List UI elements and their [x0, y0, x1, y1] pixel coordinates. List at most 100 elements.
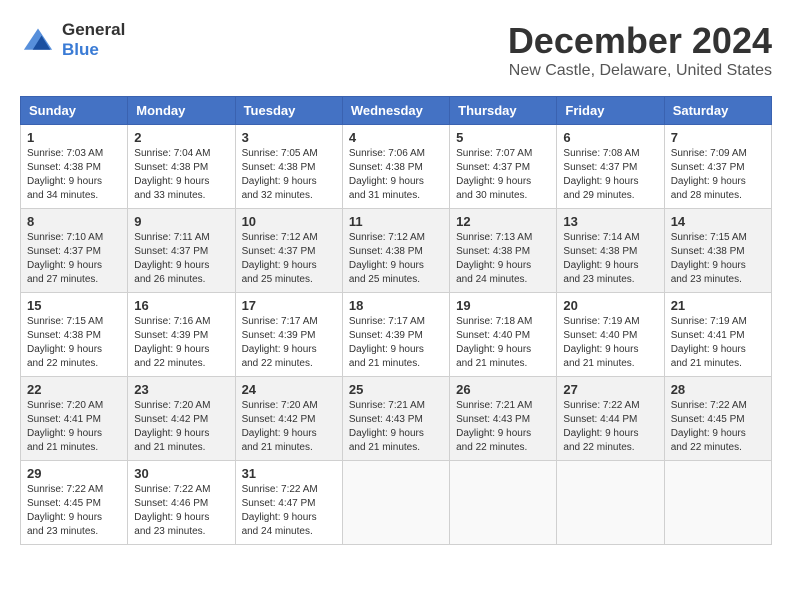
calendar-week-4: 22 Sunrise: 7:20 AMSunset: 4:41 PMDayligh…	[21, 377, 772, 461]
calendar-cell: 27 Sunrise: 7:22 AMSunset: 4:44 PMDayligh…	[557, 377, 664, 461]
day-number: 25	[349, 382, 443, 397]
calendar-cell: 1 Sunrise: 7:03 AMSunset: 4:38 PMDaylight…	[21, 125, 128, 209]
calendar-cell: 11 Sunrise: 7:12 AMSunset: 4:38 PMDayligh…	[342, 209, 449, 293]
cell-info: Sunrise: 7:19 AMSunset: 4:41 PMDaylight:…	[671, 316, 747, 369]
logo-blue: Blue	[62, 40, 99, 59]
calendar-table: SundayMondayTuesdayWednesdayThursdayFrid…	[20, 96, 772, 545]
calendar-cell	[450, 461, 557, 545]
day-number: 1	[27, 130, 121, 145]
cell-info: Sunrise: 7:11 AMSunset: 4:37 PMDaylight:…	[134, 232, 209, 285]
day-number: 5	[456, 130, 550, 145]
calendar-cell: 8 Sunrise: 7:10 AMSunset: 4:37 PMDaylight…	[21, 209, 128, 293]
day-number: 7	[671, 130, 765, 145]
cell-info: Sunrise: 7:16 AMSunset: 4:39 PMDaylight:…	[134, 316, 210, 369]
logo-text: General Blue	[62, 20, 125, 60]
day-number: 24	[242, 382, 336, 397]
calendar-cell: 21 Sunrise: 7:19 AMSunset: 4:41 PMDayligh…	[664, 293, 771, 377]
cell-info: Sunrise: 7:06 AMSunset: 4:38 PMDaylight:…	[349, 148, 425, 201]
logo-general: General	[62, 20, 125, 39]
day-number: 21	[671, 298, 765, 313]
calendar-cell: 28 Sunrise: 7:22 AMSunset: 4:45 PMDayligh…	[664, 377, 771, 461]
calendar-cell: 6 Sunrise: 7:08 AMSunset: 4:37 PMDaylight…	[557, 125, 664, 209]
col-header-tuesday: Tuesday	[235, 97, 342, 125]
subtitle: New Castle, Delaware, United States	[508, 62, 772, 80]
cell-info: Sunrise: 7:05 AMSunset: 4:38 PMDaylight:…	[242, 148, 318, 201]
calendar-cell: 7 Sunrise: 7:09 AMSunset: 4:37 PMDaylight…	[664, 125, 771, 209]
cell-info: Sunrise: 7:10 AMSunset: 4:37 PMDaylight:…	[27, 232, 103, 285]
day-number: 13	[563, 214, 657, 229]
cell-info: Sunrise: 7:17 AMSunset: 4:39 PMDaylight:…	[349, 316, 425, 369]
day-number: 28	[671, 382, 765, 397]
title-section: December 2024 New Castle, Delaware, Unit…	[508, 20, 772, 80]
calendar-week-3: 15Sunrise: 7:15 AMSunset: 4:38 PMDayligh…	[21, 293, 772, 377]
cell-info: Sunrise: 7:15 AMSunset: 4:38 PMDaylight:…	[671, 232, 747, 285]
cell-info: Sunrise: 7:17 AMSunset: 4:39 PMDaylight:…	[242, 316, 318, 369]
cell-info: Sunrise: 7:03 AMSunset: 4:38 PMDaylight:…	[27, 148, 103, 201]
day-number: 4	[349, 130, 443, 145]
col-header-thursday: Thursday	[450, 97, 557, 125]
cell-info: Sunrise: 7:19 AMSunset: 4:40 PMDaylight:…	[563, 316, 639, 369]
logo-icon	[20, 25, 56, 55]
calendar-week-1: 1 Sunrise: 7:03 AMSunset: 4:38 PMDaylight…	[21, 125, 772, 209]
calendar-cell: 3Sunrise: 7:05 AMSunset: 4:38 PMDaylight…	[235, 125, 342, 209]
cell-info: Sunrise: 7:22 AMSunset: 4:45 PMDaylight:…	[27, 484, 103, 537]
day-number: 15	[27, 298, 121, 313]
cell-info: Sunrise: 7:20 AMSunset: 4:42 PMDaylight:…	[242, 400, 318, 453]
calendar-week-2: 8 Sunrise: 7:10 AMSunset: 4:37 PMDaylight…	[21, 209, 772, 293]
calendar-cell: 22 Sunrise: 7:20 AMSunset: 4:41 PMDayligh…	[21, 377, 128, 461]
cell-info: Sunrise: 7:09 AMSunset: 4:37 PMDaylight:…	[671, 148, 747, 201]
calendar-cell: 18 Sunrise: 7:17 AMSunset: 4:39 PMDayligh…	[342, 293, 449, 377]
calendar-cell: 29Sunrise: 7:22 AMSunset: 4:45 PMDayligh…	[21, 461, 128, 545]
day-number: 6	[563, 130, 657, 145]
calendar-week-5: 29Sunrise: 7:22 AMSunset: 4:45 PMDayligh…	[21, 461, 772, 545]
cell-info: Sunrise: 7:12 AMSunset: 4:38 PMDaylight:…	[349, 232, 425, 285]
calendar-cell: 17 Sunrise: 7:17 AMSunset: 4:39 PMDayligh…	[235, 293, 342, 377]
col-header-monday: Monday	[128, 97, 235, 125]
calendar-cell: 24 Sunrise: 7:20 AMSunset: 4:42 PMDayligh…	[235, 377, 342, 461]
cell-info: Sunrise: 7:22 AMSunset: 4:44 PMDaylight:…	[563, 400, 639, 453]
day-number: 18	[349, 298, 443, 313]
day-number: 11	[349, 214, 443, 229]
cell-info: Sunrise: 7:22 AMSunset: 4:45 PMDaylight:…	[671, 400, 747, 453]
cell-info: Sunrise: 7:22 AMSunset: 4:46 PMDaylight:…	[134, 484, 210, 537]
calendar-cell: 10 Sunrise: 7:12 AMSunset: 4:37 PMDayligh…	[235, 209, 342, 293]
day-number: 9	[134, 214, 228, 229]
day-number: 10	[242, 214, 336, 229]
calendar-cell: 15Sunrise: 7:15 AMSunset: 4:38 PMDayligh…	[21, 293, 128, 377]
day-number: 16	[134, 298, 228, 313]
calendar-cell: 26 Sunrise: 7:21 AMSunset: 4:43 PMDayligh…	[450, 377, 557, 461]
calendar-cell: 2Sunrise: 7:04 AMSunset: 4:38 PMDaylight…	[128, 125, 235, 209]
cell-info: Sunrise: 7:12 AMSunset: 4:37 PMDaylight:…	[242, 232, 318, 285]
cell-info: Sunrise: 7:21 AMSunset: 4:43 PMDaylight:…	[456, 400, 532, 453]
day-number: 20	[563, 298, 657, 313]
calendar-cell: 20 Sunrise: 7:19 AMSunset: 4:40 PMDayligh…	[557, 293, 664, 377]
day-number: 8	[27, 214, 121, 229]
cell-info: Sunrise: 7:22 AMSunset: 4:47 PMDaylight:…	[242, 484, 318, 537]
calendar-cell: 5Sunrise: 7:07 AMSunset: 4:37 PMDaylight…	[450, 125, 557, 209]
calendar-cell: 12Sunrise: 7:13 AMSunset: 4:38 PMDayligh…	[450, 209, 557, 293]
cell-info: Sunrise: 7:08 AMSunset: 4:37 PMDaylight:…	[563, 148, 639, 201]
day-number: 30	[134, 466, 228, 481]
calendar-header-row: SundayMondayTuesdayWednesdayThursdayFrid…	[21, 97, 772, 125]
cell-info: Sunrise: 7:13 AMSunset: 4:38 PMDaylight:…	[456, 232, 532, 285]
cell-info: Sunrise: 7:20 AMSunset: 4:42 PMDaylight:…	[134, 400, 210, 453]
calendar-cell: 25 Sunrise: 7:21 AMSunset: 4:43 PMDayligh…	[342, 377, 449, 461]
calendar-cell: 30 Sunrise: 7:22 AMSunset: 4:46 PMDayligh…	[128, 461, 235, 545]
day-number: 14	[671, 214, 765, 229]
calendar-cell: 31Sunrise: 7:22 AMSunset: 4:47 PMDayligh…	[235, 461, 342, 545]
logo: General Blue	[20, 20, 125, 60]
day-number: 26	[456, 382, 550, 397]
col-header-sunday: Sunday	[21, 97, 128, 125]
day-number: 22	[27, 382, 121, 397]
calendar-cell: 23 Sunrise: 7:20 AMSunset: 4:42 PMDayligh…	[128, 377, 235, 461]
day-number: 23	[134, 382, 228, 397]
cell-info: Sunrise: 7:21 AMSunset: 4:43 PMDaylight:…	[349, 400, 425, 453]
calendar-cell: 19Sunrise: 7:18 AMSunset: 4:40 PMDayligh…	[450, 293, 557, 377]
day-number: 17	[242, 298, 336, 313]
calendar-cell: 9 Sunrise: 7:11 AMSunset: 4:37 PMDaylight…	[128, 209, 235, 293]
day-number: 27	[563, 382, 657, 397]
cell-info: Sunrise: 7:04 AMSunset: 4:38 PMDaylight:…	[134, 148, 210, 201]
cell-info: Sunrise: 7:20 AMSunset: 4:41 PMDaylight:…	[27, 400, 103, 453]
page-header: General Blue December 2024 New Castle, D…	[20, 20, 772, 80]
main-title: December 2024	[508, 20, 772, 62]
